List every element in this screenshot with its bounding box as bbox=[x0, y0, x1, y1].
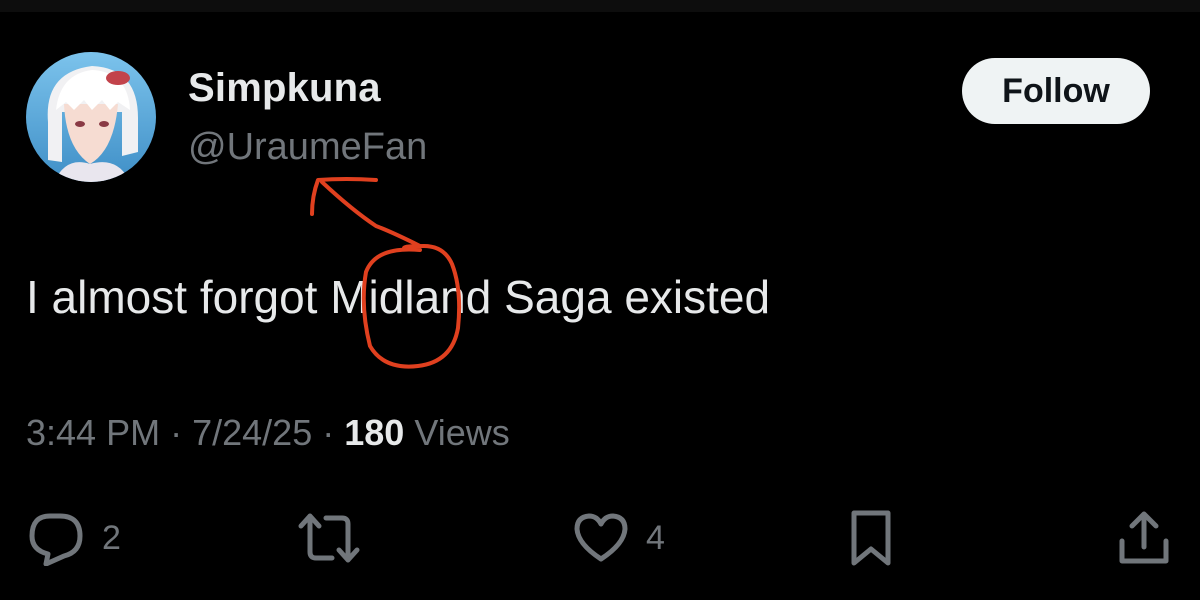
bookmark-button[interactable] bbox=[848, 508, 894, 568]
display-name[interactable]: Simpkuna bbox=[188, 66, 381, 111]
share-button[interactable] bbox=[1116, 508, 1172, 568]
reply-button[interactable]: 2 bbox=[26, 508, 121, 568]
top-edge bbox=[0, 0, 1200, 12]
reply-count: 2 bbox=[102, 518, 121, 557]
tweet-date[interactable]: 7/24/25 bbox=[192, 412, 312, 453]
tweet-text: I almost forgot Midland Saga existed bbox=[26, 271, 771, 323]
meta-separator: · bbox=[170, 412, 183, 453]
tweet-meta: 3:44 PM · 7/24/25 · 180 Views bbox=[26, 412, 510, 454]
views-label: Views bbox=[414, 412, 510, 453]
annotation-arrow-shaft bbox=[320, 180, 422, 248]
like-button[interactable]: 4 bbox=[572, 508, 665, 568]
like-count: 4 bbox=[646, 518, 665, 557]
reply-icon bbox=[29, 513, 83, 566]
annotation-arrow-head bbox=[310, 177, 378, 216]
tweet-time[interactable]: 3:44 PM bbox=[26, 412, 160, 453]
retweet-button[interactable] bbox=[298, 508, 360, 568]
meta-separator: · bbox=[322, 412, 335, 453]
avatar[interactable] bbox=[26, 52, 156, 182]
views-count: 180 bbox=[344, 412, 405, 453]
heart-icon bbox=[574, 513, 628, 562]
avatar-image bbox=[26, 52, 156, 182]
user-handle[interactable]: @UraumeFan bbox=[188, 126, 427, 169]
bookmark-icon bbox=[851, 510, 891, 566]
share-icon bbox=[1119, 511, 1169, 564]
action-bar: 2 4 bbox=[0, 500, 1200, 580]
follow-button[interactable]: Follow bbox=[962, 58, 1150, 124]
retweet-icon bbox=[298, 513, 360, 563]
